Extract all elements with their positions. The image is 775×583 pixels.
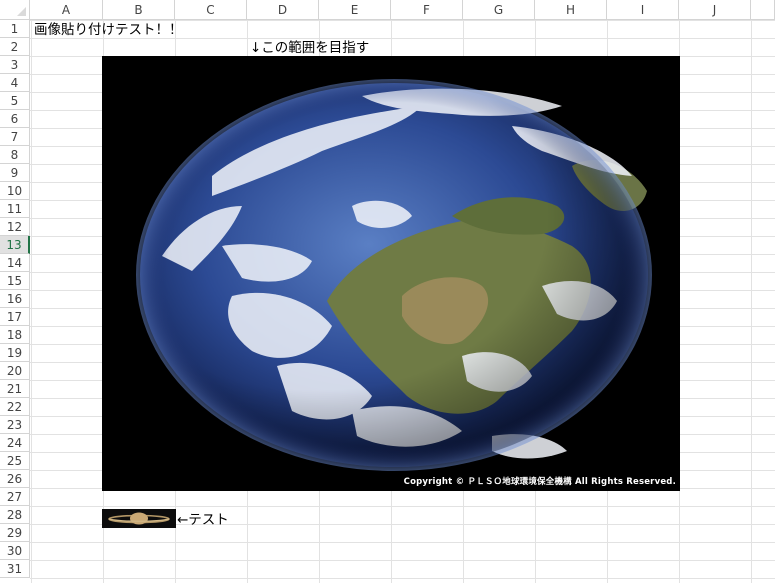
- column-header-e[interactable]: E: [319, 0, 391, 20]
- column-header-c[interactable]: C: [175, 0, 247, 20]
- spreadsheet: ABCDEFGHIJ 1 2 3 4 5 6 7 8 9 10 11 12 13 14 15 16 17 18 19…: [0, 0, 775, 583]
- column-header-h[interactable]: H: [535, 0, 607, 20]
- column-header-b[interactable]: B: [103, 0, 175, 20]
- row-header-30[interactable]: 30: [0, 542, 30, 560]
- row-header-12[interactable]: 12: [0, 218, 30, 236]
- cell-a1[interactable]: 画像貼り付けテスト！！: [34, 21, 183, 39]
- row-header-19[interactable]: 19: [0, 344, 30, 362]
- row-header-8[interactable]: 8: [0, 146, 30, 164]
- row-header-20[interactable]: 20: [0, 362, 30, 380]
- row-header-15[interactable]: 15: [0, 272, 30, 290]
- column-header-f[interactable]: F: [391, 0, 463, 20]
- saturn-icon: [102, 509, 176, 528]
- saturn-picture[interactable]: [102, 509, 176, 528]
- row-header-27[interactable]: 27: [0, 488, 30, 506]
- earth-picture[interactable]: Copyright © ＰＬＳＯ地球環境保全機構 All Rights Rese…: [102, 56, 680, 491]
- row-header-31[interactable]: 31: [0, 560, 30, 578]
- copyright-text: Copyright © ＰＬＳＯ地球環境保全機構 All Rights Rese…: [403, 477, 676, 487]
- row-header-28[interactable]: 28: [0, 506, 30, 524]
- row-header-11[interactable]: 11: [0, 200, 30, 218]
- row-header-5[interactable]: 5: [0, 92, 30, 110]
- column-header-i[interactable]: I: [607, 0, 679, 20]
- row-header-6[interactable]: 6: [0, 110, 30, 128]
- column-header-j[interactable]: J: [679, 0, 751, 20]
- column-header-g[interactable]: G: [463, 0, 535, 20]
- row-header-22[interactable]: 22: [0, 398, 30, 416]
- row-header-21[interactable]: 21: [0, 380, 30, 398]
- row-header-14[interactable]: 14: [0, 254, 30, 272]
- row-header-18[interactable]: 18: [0, 326, 30, 344]
- cell-c28[interactable]: ←テスト: [177, 511, 229, 529]
- row-header-24[interactable]: 24: [0, 434, 30, 452]
- earth-globe-icon: [136, 79, 652, 471]
- row-header-2[interactable]: 2: [0, 38, 30, 56]
- column-header-filler: [751, 0, 775, 20]
- row-header-7[interactable]: 7: [0, 128, 30, 146]
- row-header-4[interactable]: 4: [0, 74, 30, 92]
- cell-d2[interactable]: ↓この範囲を目指す: [250, 39, 369, 57]
- row-header-13[interactable]: 13: [0, 236, 30, 254]
- row-header-25[interactable]: 25: [0, 452, 30, 470]
- row-header-29[interactable]: 29: [0, 524, 30, 542]
- row-header-23[interactable]: 23: [0, 416, 30, 434]
- row-header-3[interactable]: 3: [0, 56, 30, 74]
- row-header-9[interactable]: 9: [0, 164, 30, 182]
- row-header-26[interactable]: 26: [0, 470, 30, 488]
- select-all-button[interactable]: [0, 0, 30, 20]
- row-header-16[interactable]: 16: [0, 290, 30, 308]
- column-header-a[interactable]: A: [30, 0, 103, 20]
- column-header-d[interactable]: D: [247, 0, 319, 20]
- row-header-10[interactable]: 10: [0, 182, 30, 200]
- row-header-17[interactable]: 17: [0, 308, 30, 326]
- row-header-1[interactable]: 1: [0, 20, 30, 38]
